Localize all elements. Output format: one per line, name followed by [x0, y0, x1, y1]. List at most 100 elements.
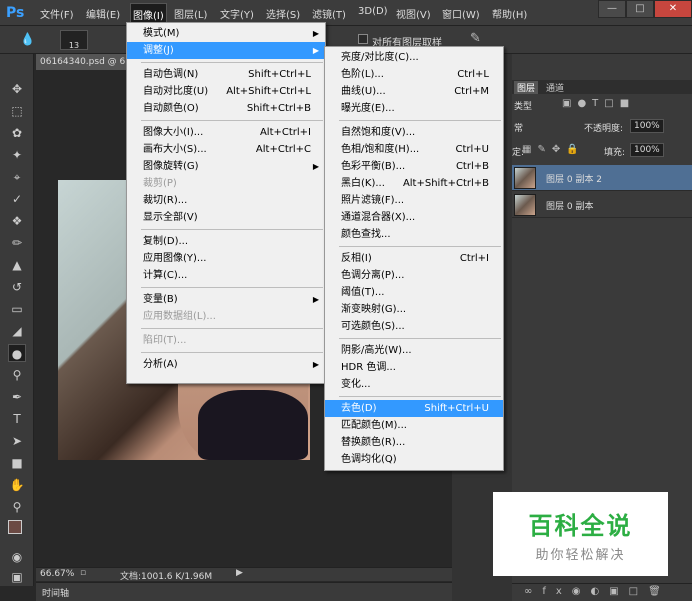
- lock-icons[interactable]: ▦✎✥🔒: [522, 144, 585, 155]
- menu-item[interactable]: 图像旋转(G) ▶: [127, 158, 325, 175]
- menu-item[interactable]: 应用图像(Y)...: [127, 250, 325, 267]
- menu-item[interactable]: 色相/饱和度(H)... Ctrl+U: [325, 141, 503, 158]
- tab-layers[interactable]: 图层: [514, 81, 539, 94]
- menu-item[interactable]: 亮度/对比度(C)...: [325, 49, 503, 66]
- menu-item-label: 色阶(L)...: [341, 69, 384, 80]
- menu-item[interactable]: 替换颜色(R)...: [325, 434, 503, 451]
- menu-item[interactable]: 复制(D)...: [127, 233, 325, 250]
- pen-tool-icon[interactable]: ✒: [8, 388, 26, 406]
- menu-item[interactable]: 可选颜色(S)...: [325, 318, 503, 335]
- timeline-label[interactable]: 时间轴: [42, 586, 69, 599]
- layer-filter-select[interactable]: 类型: [514, 99, 532, 112]
- menu-item[interactable]: 曝光度(E)...: [325, 100, 503, 117]
- screen-mode-icon[interactable]: ▣: [8, 568, 26, 586]
- menu-item[interactable]: 模式(M) ▶: [127, 25, 325, 42]
- type-tool-icon[interactable]: T: [8, 410, 26, 428]
- layer-actions-icons[interactable]: ∞fx◉◐▣□🗑: [524, 586, 671, 597]
- eraser-tool-icon[interactable]: ▭: [8, 300, 26, 318]
- menu-item[interactable]: 自然饱和度(V)...: [325, 124, 503, 141]
- menu-item[interactable]: 色彩平衡(B)... Ctrl+B: [325, 158, 503, 175]
- blend-mode-select[interactable]: 常: [514, 121, 523, 134]
- sample-all-checkbox[interactable]: [358, 34, 368, 44]
- opacity-input[interactable]: 100%: [630, 119, 664, 133]
- menu-item[interactable]: 自动颜色(O) Shift+Ctrl+B: [127, 100, 325, 117]
- menu-item[interactable]: 匹配颜色(M)...: [325, 417, 503, 434]
- menu-item[interactable]: 自动色调(N) Shift+Ctrl+L: [127, 66, 325, 83]
- menu-item[interactable]: 变化...: [325, 376, 503, 393]
- move-tool-icon[interactable]: ✥: [8, 80, 26, 98]
- layer-row[interactable]: 图层 0 副本: [512, 192, 692, 218]
- menu-item-label: 曲线(U)...: [341, 86, 386, 97]
- menu-filter[interactable]: 滤镜(T): [312, 6, 346, 21]
- menu-item[interactable]: 颜色查找...: [325, 226, 503, 243]
- stamp-tool-icon[interactable]: ▲: [8, 256, 26, 274]
- brush-tool-icon[interactable]: ✏: [8, 234, 26, 252]
- menu-3d[interactable]: 3D(D): [358, 6, 388, 17]
- eyedropper-icon[interactable]: ✓: [8, 190, 26, 208]
- menu-item[interactable]: 图像大小(I)... Alt+Ctrl+I: [127, 124, 325, 141]
- pressure-icon[interactable]: ✎: [470, 31, 481, 46]
- menu-view[interactable]: 视图(V): [396, 6, 431, 21]
- filter-icons[interactable]: ▣●T□■: [562, 98, 635, 109]
- foreground-color-swatch[interactable]: [8, 520, 22, 534]
- lasso-tool-icon[interactable]: ✿: [8, 124, 26, 142]
- status-export-icon[interactable]: ▫: [80, 568, 86, 578]
- menu-window[interactable]: 窗口(W): [442, 6, 480, 21]
- healing-brush-icon[interactable]: ❖: [8, 212, 26, 230]
- shape-tool-icon[interactable]: ■: [8, 454, 26, 472]
- menu-item[interactable]: 渐变映射(G)...: [325, 301, 503, 318]
- layer-row[interactable]: 图层 0 副本 2: [512, 165, 692, 191]
- tab-channels[interactable]: 通道: [546, 81, 564, 94]
- menu-item[interactable]: 黑白(K)... Alt+Shift+Ctrl+B: [325, 175, 503, 192]
- menu-item[interactable]: 阈值(T)...: [325, 284, 503, 301]
- menu-item-shortcut: Shift+Ctrl+U: [424, 403, 489, 414]
- menu-help[interactable]: 帮助(H): [492, 6, 527, 21]
- menu-item[interactable]: 调整(J) ▶: [127, 42, 325, 59]
- menu-item[interactable]: 画布大小(S)... Alt+Ctrl+C: [127, 141, 325, 158]
- status-arrow-icon[interactable]: ▶: [236, 568, 243, 578]
- close-icon[interactable]: ✕: [654, 0, 692, 18]
- menu-item[interactable]: 自动对比度(U) Alt+Shift+Ctrl+L: [127, 83, 325, 100]
- fill-input[interactable]: 100%: [630, 143, 664, 157]
- paint-bucket-icon[interactable]: ◢: [8, 322, 26, 340]
- photoshop-window: Ps 文件(F) 编辑(E) 图像(I) 图层(L) 文字(Y) 选择(S) 滤…: [0, 0, 692, 601]
- quick-mask-icon[interactable]: ◉: [8, 548, 26, 566]
- menu-item[interactable]: 曲线(U)... Ctrl+M: [325, 83, 503, 100]
- menu-item[interactable]: 色调均化(Q): [325, 451, 503, 468]
- zoom-tool-icon[interactable]: ⚲: [8, 498, 26, 516]
- menu-edit[interactable]: 编辑(E): [86, 6, 120, 21]
- menu-item[interactable]: HDR 色调...: [325, 359, 503, 376]
- menu-item[interactable]: 变量(B) ▶: [127, 291, 325, 308]
- menu-separator: [141, 328, 323, 329]
- menu-item[interactable]: 计算(C)...: [127, 267, 325, 284]
- marquee-tool-icon[interactable]: ⬚: [8, 102, 26, 120]
- menu-item[interactable]: 裁切(R)...: [127, 192, 325, 209]
- menu-item[interactable]: 通道混合器(X)...: [325, 209, 503, 226]
- zoom-level[interactable]: 66.67%: [40, 569, 74, 579]
- menu-select[interactable]: 选择(S): [266, 6, 300, 21]
- hand-tool-icon[interactable]: ✋: [8, 476, 26, 494]
- menu-item[interactable]: 显示全部(V): [127, 209, 325, 226]
- menu-item[interactable]: 照片滤镜(F)...: [325, 192, 503, 209]
- menu-type[interactable]: 文字(Y): [220, 6, 254, 21]
- menu-item[interactable]: 反相(I) Ctrl+I: [325, 250, 503, 267]
- menu-file[interactable]: 文件(F): [40, 6, 74, 21]
- blur-tool-icon-selected[interactable]: ●: [8, 344, 26, 362]
- history-brush-icon[interactable]: ↺: [8, 278, 26, 296]
- brush-size-preset[interactable]: 13: [60, 30, 88, 50]
- menu-layer[interactable]: 图层(L): [174, 6, 207, 21]
- menu-item-label: 亮度/对比度(C)...: [341, 52, 419, 63]
- minimize-icon[interactable]: —: [598, 0, 626, 18]
- restore-icon[interactable]: □: [626, 0, 654, 18]
- menu-item[interactable]: 阴影/高光(W)...: [325, 342, 503, 359]
- crop-tool-icon[interactable]: ⌖: [8, 168, 26, 186]
- menu-item[interactable]: 去色(D) Shift+Ctrl+U: [325, 400, 503, 417]
- menu-separator: [141, 287, 323, 288]
- dodge-tool-icon[interactable]: ⚲: [8, 366, 26, 384]
- path-select-icon[interactable]: ➤: [8, 432, 26, 450]
- menu-item[interactable]: 色阶(L)... Ctrl+L: [325, 66, 503, 83]
- menu-item[interactable]: 色调分离(P)...: [325, 267, 503, 284]
- magic-wand-icon[interactable]: ✦: [8, 146, 26, 164]
- menu-item[interactable]: 分析(A) ▶: [127, 356, 325, 373]
- document-tab[interactable]: 06164340.psd @ 6: [36, 54, 136, 70]
